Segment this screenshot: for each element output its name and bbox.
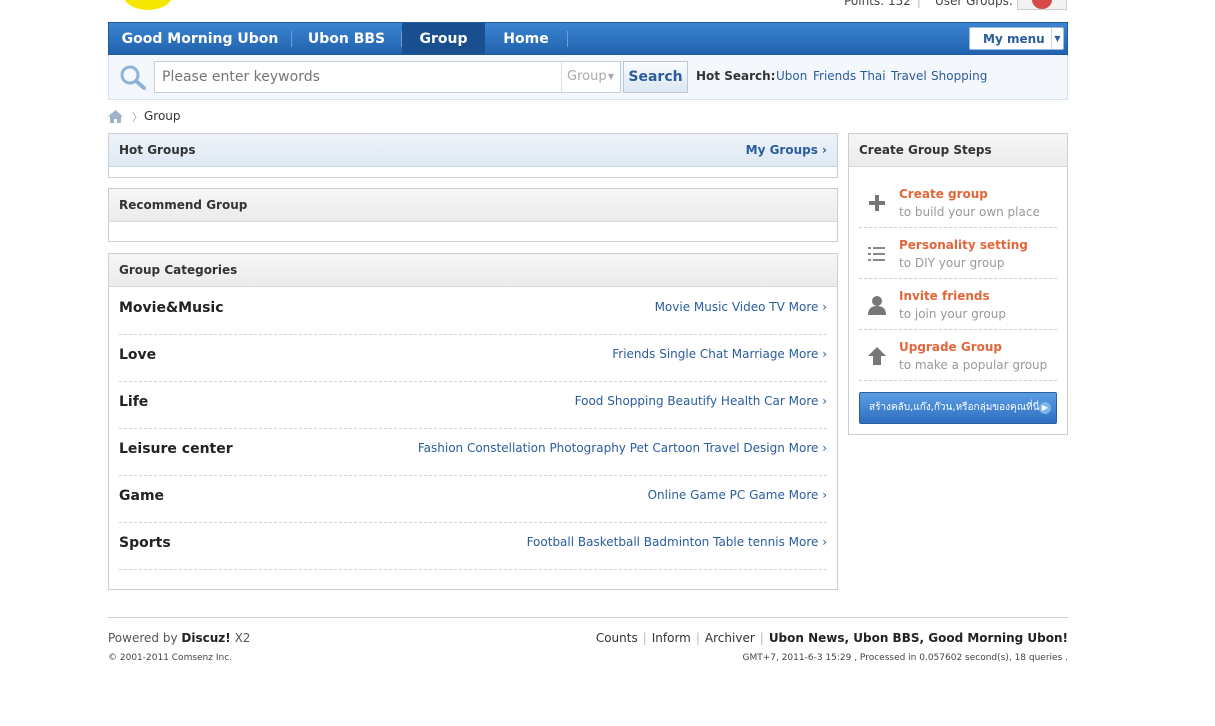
category-name[interactable]: Sports (119, 535, 171, 551)
step-title: Upgrade Group (899, 340, 1002, 354)
up-arrow-icon (868, 347, 886, 365)
hot-groups-panel: Hot Groups My Groups › (108, 133, 838, 178)
group-categories-header: Group Categories (109, 254, 837, 287)
category-name[interactable]: Life (119, 394, 148, 410)
main-nav: Good Morning Ubon Ubon BBS Group Home My… (108, 22, 1068, 55)
category-links[interactable]: Friends Single Chat Marriage More › (612, 347, 827, 361)
search-input[interactable] (154, 61, 562, 93)
search-icon (120, 65, 146, 90)
recommend-group-title: Recommend Group (119, 198, 248, 212)
group-categories-title: Group Categories (119, 263, 238, 277)
create-group-steps-title: Create Group Steps (849, 134, 1067, 167)
step-upgrade-group[interactable]: Upgrade Group to make a popular group (859, 330, 1057, 381)
my-menu-label: My menu (983, 32, 1045, 46)
powered-version: X2 (234, 631, 251, 645)
home-icon[interactable] (108, 110, 123, 123)
footer-link-counts[interactable]: Counts (596, 631, 638, 645)
points-text: Points: 152 (844, 0, 911, 8)
footer-link-inform[interactable]: Inform (652, 631, 691, 645)
step-title: Invite friends (899, 289, 990, 303)
create-group-steps-panel: Create Group Steps Create group to build… (848, 133, 1068, 435)
footer-separator: | (642, 631, 647, 645)
create-group-button[interactable]: สร้างคลับ,แก๊ง,ก๊วน,หรือกลุ่มของคุณที่นี… (859, 392, 1057, 424)
my-groups-link[interactable]: My Groups › (746, 134, 827, 167)
category-row: Game Online Game PC Game More › (119, 476, 827, 523)
category-row: Life Food Shopping Beautify Health Car M… (119, 382, 827, 429)
category-row: Sports Football Basketball Badminton Tab… (119, 523, 827, 570)
step-invite-friends[interactable]: Invite friends to join your group (859, 279, 1057, 330)
footer-separator: | (759, 631, 764, 645)
footer-meta: GMT+7, 2011-6-3 15:29 , Processed in 0.0… (742, 653, 1068, 663)
footer-divider (108, 617, 1068, 618)
category-row: Movie&Music Movie Music Video TV More › (119, 288, 827, 335)
footer-site-name[interactable]: Ubon News, Ubon BBS, Good Morning Ubon! (769, 631, 1068, 645)
hot-search-link[interactable]: Ubon (776, 69, 807, 83)
step-subtitle: to build your own place (899, 205, 1040, 219)
hot-search-link[interactable]: Travel (891, 69, 927, 83)
hot-groups-title: Hot Groups (119, 143, 196, 157)
create-group-button-label: สร้างคลับ,แก๊ง,ก๊วน,หรือกลุ่มของคุณที่นี… (869, 402, 1040, 413)
step-subtitle: to DIY your group (899, 256, 1005, 270)
nav-good-morning-ubon[interactable]: Good Morning Ubon (109, 23, 291, 54)
footer-separator: | (695, 631, 700, 645)
category-name[interactable]: Leisure center (119, 441, 233, 457)
my-menu-button[interactable]: My menu ▼ (969, 27, 1064, 50)
category-links[interactable]: Football Basketball Badminton Table tenn… (527, 535, 827, 549)
step-subtitle: to make a popular group (899, 358, 1048, 372)
avatar-image (1032, 0, 1052, 9)
search-button[interactable]: Search (623, 61, 688, 93)
step-subtitle: to join your group (899, 307, 1006, 321)
recommend-group-panel: Recommend Group (108, 188, 838, 242)
user-info-separator: | (916, 0, 921, 8)
category-name[interactable]: Game (119, 488, 164, 504)
step-create-group[interactable]: Create group to build your own place (859, 177, 1057, 228)
hot-search-label: Hot Search: (696, 69, 776, 83)
recommend-group-header: Recommend Group (109, 189, 837, 222)
hot-search-link[interactable]: Thai (860, 69, 886, 83)
plus-icon (869, 195, 885, 211)
group-categories-panel: Group Categories Movie&Music Movie Music… (108, 253, 838, 590)
avatar[interactable] (1017, 0, 1067, 10)
powered-by: Powered by Discuz! X2 (108, 631, 250, 645)
nav-group[interactable]: Group (402, 23, 485, 54)
hot-search-link[interactable]: Friends (813, 69, 856, 83)
copyright: © 2001-2011 Comsenz Inc. (108, 653, 233, 663)
category-links[interactable]: Fashion Constellation Photography Pet Ca… (418, 441, 827, 455)
person-icon (868, 296, 886, 315)
search-scope-label: Group (567, 69, 607, 84)
chevron-right-icon: 〉 (132, 111, 143, 124)
top-strip: Points: 152 | User Groups: Admin (0, 0, 1215, 22)
footer-links: Counts | Inform | Archiver | Ubon News, Ubon B… (596, 631, 1068, 645)
nav-ubon-bbs[interactable]: Ubon BBS (292, 23, 401, 54)
category-links[interactable]: Online Game PC Game More › (648, 488, 827, 502)
category-name[interactable]: Movie&Music (119, 300, 224, 316)
arrow-right-icon: ▶ (1039, 402, 1051, 414)
site-logo[interactable] (124, 0, 172, 10)
chevron-down-icon: ▼ (607, 72, 614, 81)
footer-link-archiver[interactable]: Archiver (705, 631, 755, 645)
category-name[interactable]: Love (119, 347, 156, 363)
category-links[interactable]: Food Shopping Beautify Health Car More › (575, 394, 827, 408)
powered-brand[interactable]: Discuz! (181, 631, 230, 645)
powered-prefix: Powered by (108, 631, 178, 645)
step-personality-setting[interactable]: Personality setting to DIY your group (859, 228, 1057, 279)
step-title: Personality setting (899, 238, 1028, 252)
nav-separator (567, 31, 568, 47)
category-row: Leisure center Fashion Constellation Pho… (119, 429, 827, 476)
hot-search-link[interactable]: Shopping (931, 69, 987, 83)
chevron-down-icon: ▼ (1051, 28, 1063, 49)
breadcrumb-current: Group (144, 109, 181, 123)
search-bar: Group ▼ Search Hot Search: Ubon Friends … (108, 55, 1068, 100)
category-links[interactable]: Movie Music Video TV More › (655, 300, 827, 314)
hot-groups-header: Hot Groups My Groups › (109, 134, 837, 167)
step-title: Create group (899, 187, 988, 201)
search-scope-select[interactable]: Group ▼ (561, 61, 621, 93)
category-row: Love Friends Single Chat Marriage More › (119, 335, 827, 382)
list-icon (868, 247, 885, 261)
nav-home[interactable]: Home (485, 23, 567, 54)
